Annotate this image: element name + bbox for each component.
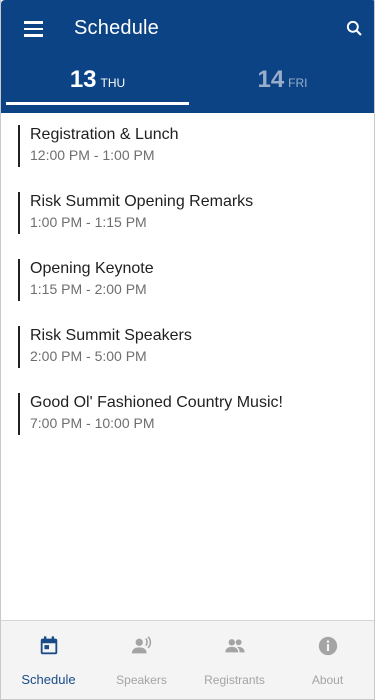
menu-button[interactable] (15, 14, 51, 44)
nav-label: Registrants (204, 673, 265, 687)
tab-day-number: 14 (257, 66, 285, 93)
tab-day-14[interactable]: 14 FRI (191, 66, 374, 106)
tab-day-number: 13 (69, 66, 97, 93)
event-time: 7:00 PM - 10:00 PM (30, 415, 155, 431)
page-title: Schedule (74, 17, 159, 39)
app-frame: Schedule 13 THU 14 FRI Registration & Lunc… (0, 0, 375, 700)
event-item[interactable]: Opening Keynote 1:15 PM - 2:00 PM (18, 259, 358, 301)
event-name: Risk Summit Speakers (30, 327, 192, 344)
event-time: 1:00 PM - 1:15 PM (30, 214, 147, 230)
nav-speakers[interactable]: Speakers (95, 621, 188, 699)
nav-label: Speakers (116, 673, 167, 687)
speakers-icon (131, 636, 152, 654)
menu-icon (23, 21, 43, 24)
bottom-navigation: Schedule Speakers Registrants About (1, 620, 374, 699)
event-time: 2:00 PM - 5:00 PM (30, 348, 147, 364)
event-time: 1:15 PM - 2:00 PM (30, 281, 147, 297)
tab-weekday: FRI (288, 76, 308, 90)
nav-schedule[interactable]: Schedule (2, 621, 95, 699)
event-item[interactable]: Registration & Lunch 12:00 PM - 1:00 PM (18, 125, 358, 167)
people-icon (225, 639, 245, 653)
tab-day-13[interactable]: 13 THU (6, 66, 189, 106)
nav-registrants[interactable]: Registrants (188, 621, 281, 699)
app-bar: Schedule 13 THU 14 FRI (1, 0, 374, 113)
event-item[interactable]: Good Ol' Fashioned Country Music! 7:00 P… (18, 393, 358, 435)
tab-indicator (6, 102, 189, 105)
event-item[interactable]: Risk Summit Opening Remarks 1:00 PM - 1:… (18, 192, 358, 234)
event-name: Risk Summit Opening Remarks (30, 193, 254, 210)
nav-label: About (311, 673, 344, 687)
calendar-icon (40, 636, 58, 655)
event-name: Opening Keynote (30, 260, 154, 277)
search-icon (346, 20, 362, 36)
search-button[interactable] (342, 16, 368, 42)
info-icon (318, 636, 338, 656)
tab-weekday: THU (100, 76, 126, 90)
nav-about[interactable]: About (281, 621, 374, 699)
event-name: Good Ol' Fashioned Country Music! (30, 394, 283, 411)
event-name: Registration & Lunch (30, 126, 179, 143)
nav-label: Schedule (21, 672, 76, 687)
event-time: 12:00 PM - 1:00 PM (30, 147, 155, 163)
event-item[interactable]: Risk Summit Speakers 2:00 PM - 5:00 PM (18, 326, 358, 368)
